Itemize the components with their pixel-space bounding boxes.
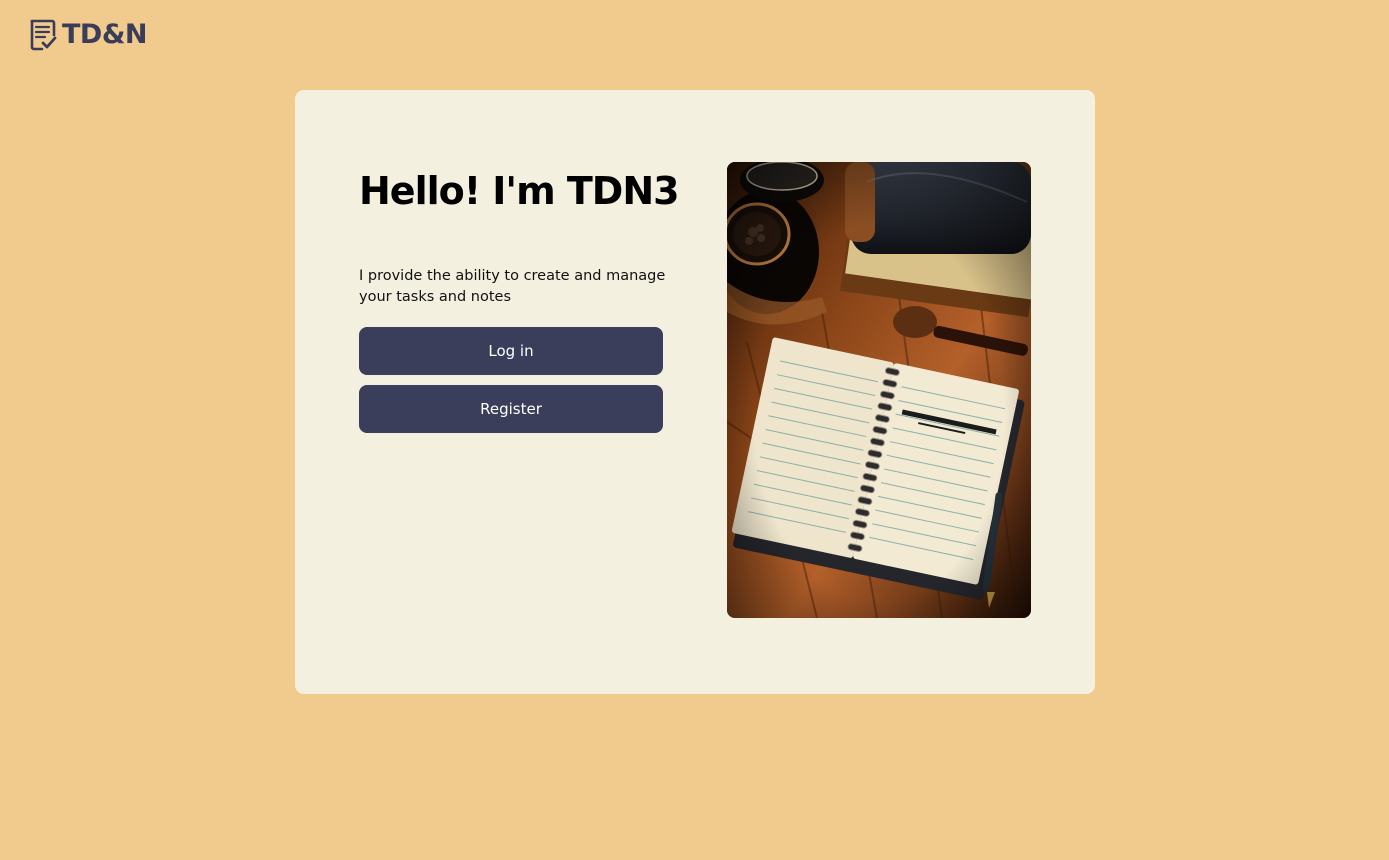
welcome-card: Hello! I'm TDN3 I provide the ability to… bbox=[295, 90, 1095, 694]
page-title: Hello! I'm TDN3 bbox=[359, 169, 680, 213]
login-button[interactable]: Log in bbox=[359, 327, 663, 375]
app-logo[interactable]: TD&N bbox=[29, 18, 147, 52]
spiral-notebook-on-wooden-desk-image bbox=[727, 162, 1031, 618]
register-button[interactable]: Register bbox=[359, 385, 663, 433]
notepad-check-icon bbox=[30, 19, 57, 51]
logo-text: TD&N bbox=[62, 19, 147, 50]
welcome-description: I provide the ability to create and mana… bbox=[359, 268, 666, 305]
